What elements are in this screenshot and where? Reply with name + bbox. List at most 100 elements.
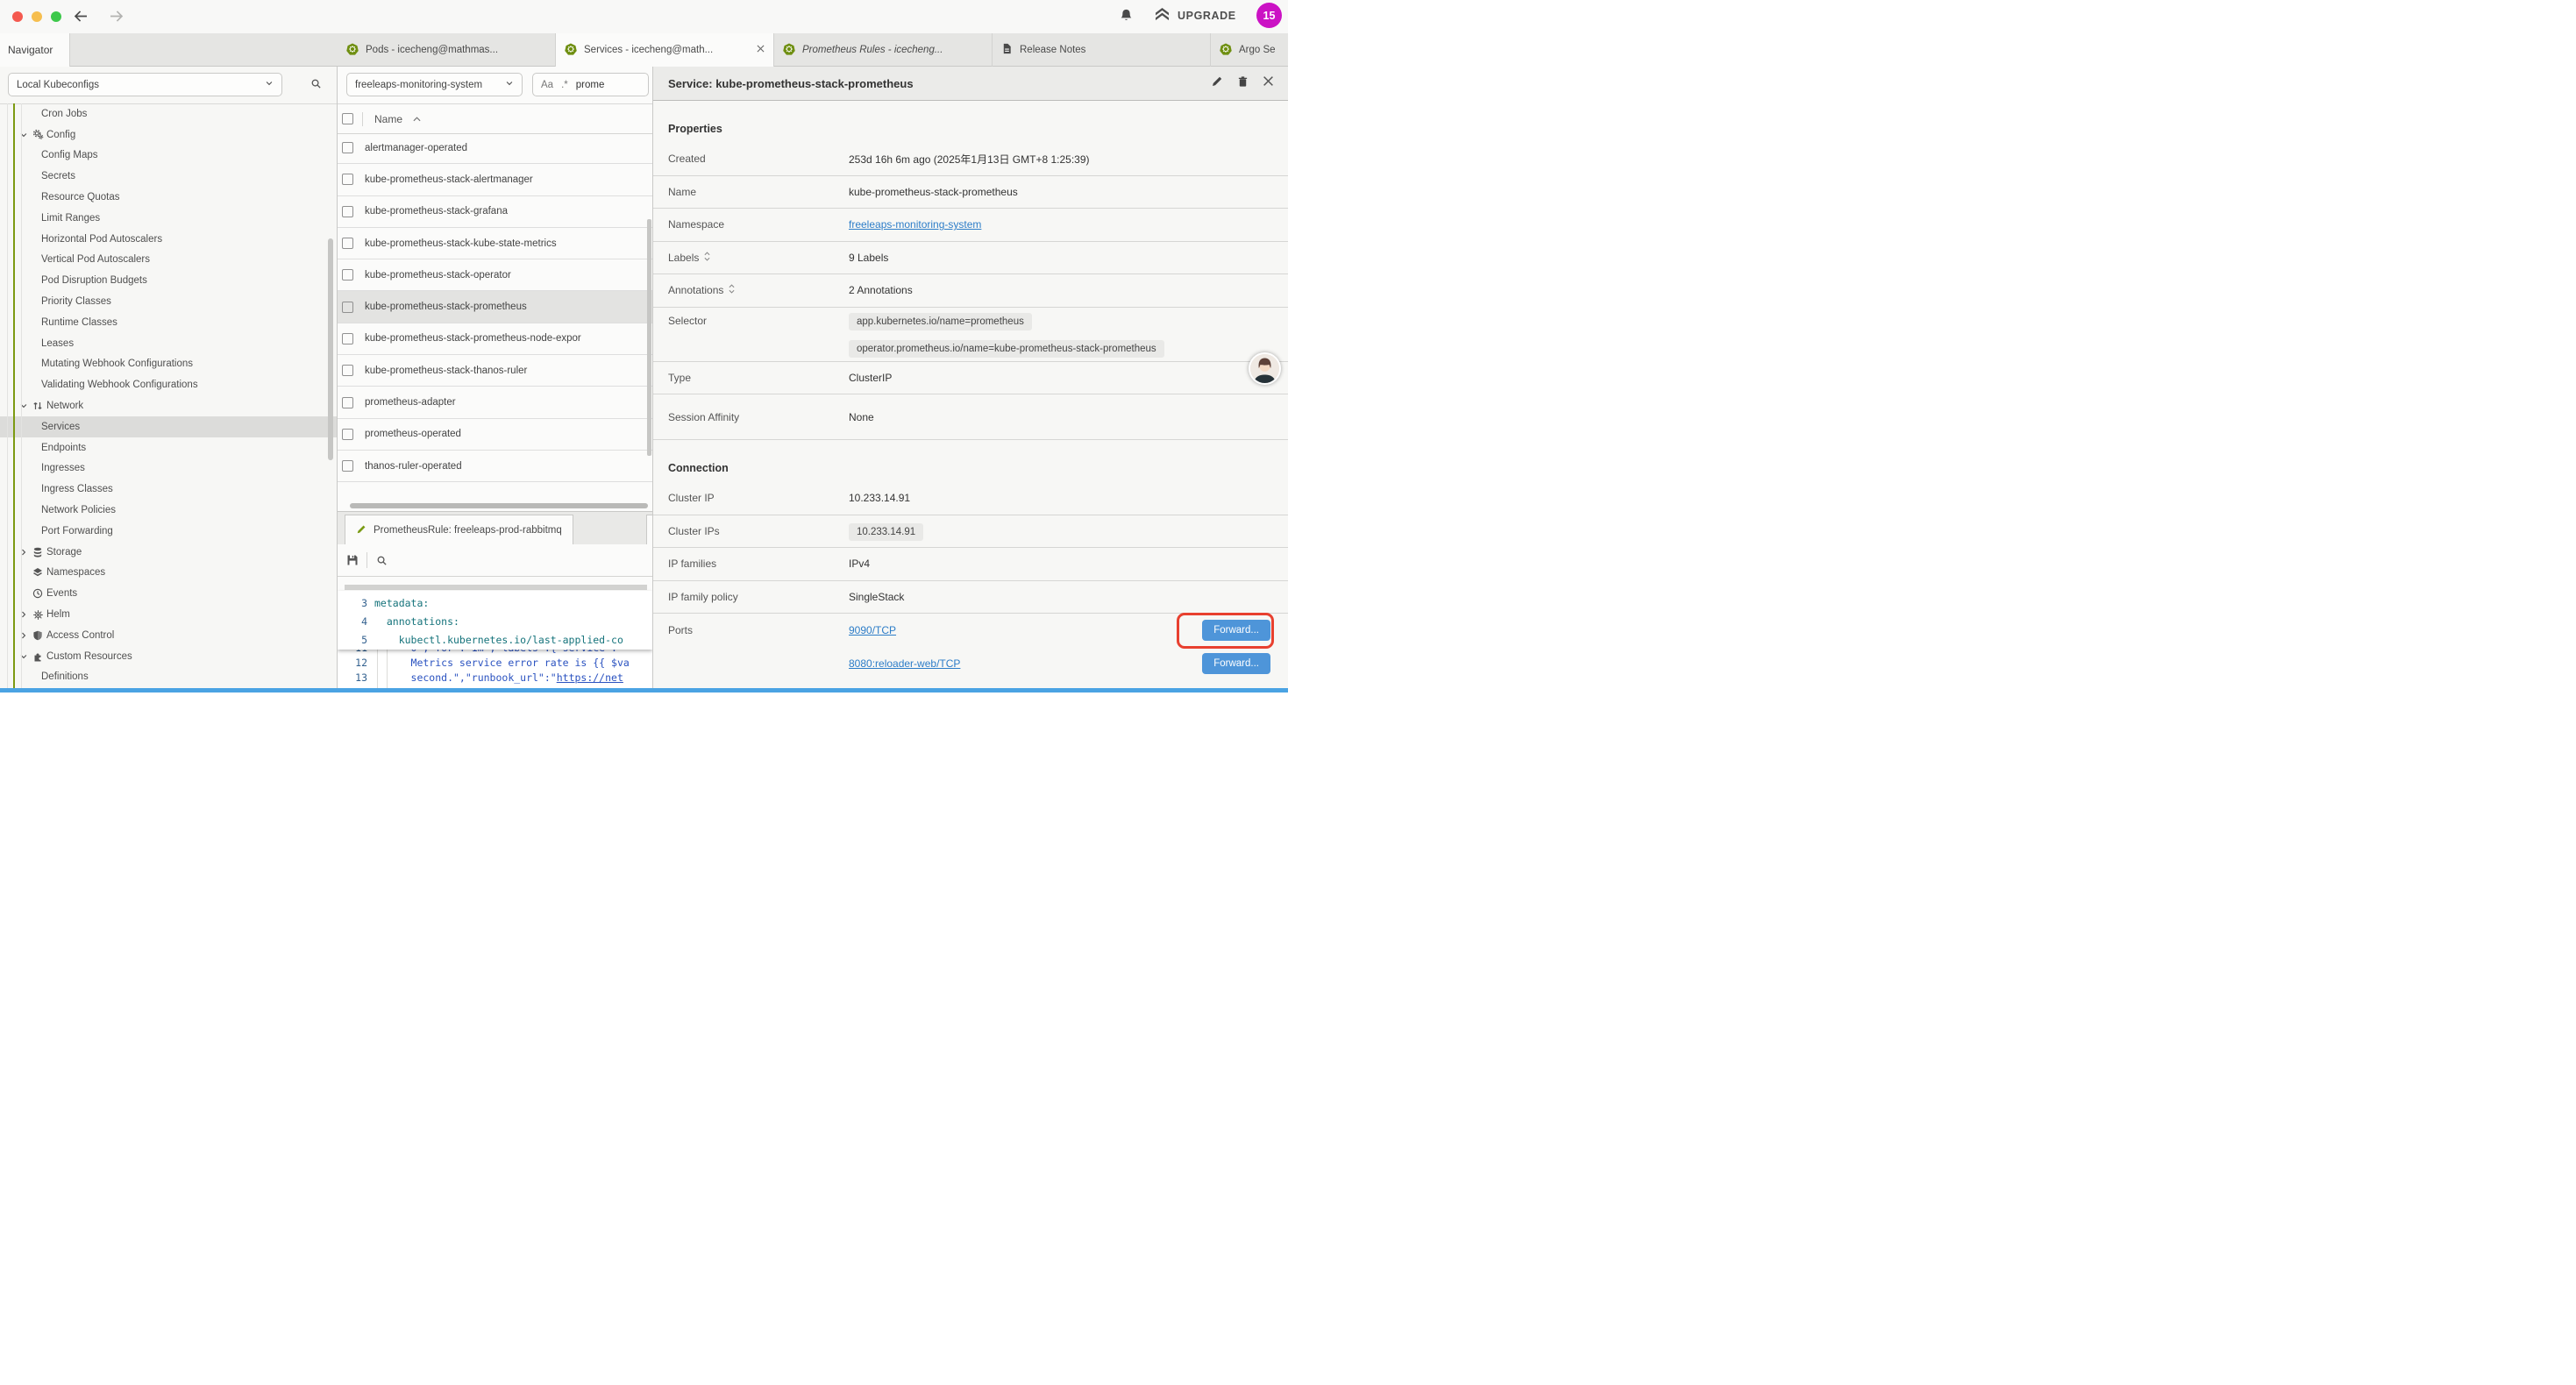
tree-item[interactable]: Vertical Pod Autoscalers — [0, 250, 337, 271]
chevron-down-icon — [265, 79, 274, 90]
tree-item[interactable]: Config — [0, 124, 337, 146]
navigator-tab[interactable]: Navigator — [0, 33, 70, 67]
service-row[interactable]: thanos-ruler-operated — [338, 451, 652, 482]
tree-item[interactable]: Namespaces — [0, 563, 337, 584]
forward-button[interactable]: Forward... — [1202, 620, 1270, 641]
row-checkbox[interactable] — [342, 429, 353, 440]
tree-item[interactable]: Services — [0, 416, 337, 437]
notifications-bell-icon[interactable] — [1119, 8, 1134, 27]
service-row[interactable]: prometheus-operated — [338, 419, 652, 451]
service-row[interactable]: kube-prometheus-stack-prometheus — [338, 291, 652, 323]
forward-button[interactable]: Forward... — [1202, 653, 1270, 674]
row-checkbox[interactable] — [342, 460, 353, 472]
edit-icon[interactable] — [1211, 75, 1223, 92]
tree-item[interactable]: Mutating Webhook Configurations — [0, 354, 337, 375]
tree-item[interactable]: Helm — [0, 604, 337, 625]
tree-item[interactable]: Network Policies — [0, 500, 337, 521]
sort-updown-icon[interactable] — [704, 252, 710, 264]
tree-item[interactable]: Events — [0, 583, 337, 604]
window-minimize-button[interactable] — [32, 11, 42, 22]
tree-item[interactable]: Access Control — [0, 625, 337, 646]
row-checkbox[interactable] — [342, 142, 353, 153]
list-search-input[interactable]: Aa .* prome — [532, 73, 649, 96]
service-row[interactable]: kube-prometheus-stack-thanos-ruler — [338, 355, 652, 387]
section-header: Properties — [668, 123, 722, 135]
tree-item[interactable]: Runtime Classes — [0, 312, 337, 333]
back-arrow-icon[interactable] — [74, 11, 89, 26]
kubeconfig-select[interactable]: Local Kubeconfigs — [8, 73, 282, 96]
tree-item[interactable]: Definitions — [0, 667, 337, 688]
sidebar-scrollbar[interactable] — [328, 238, 333, 460]
row-checkbox[interactable] — [342, 397, 353, 408]
sort-updown-icon[interactable] — [729, 284, 735, 296]
tree-item[interactable]: Cron Jobs — [0, 103, 337, 124]
detail-row: Annotations 2 Annotations — [653, 274, 1288, 308]
avatar-badge[interactable]: 15 — [1256, 3, 1282, 28]
select-all-checkbox[interactable] — [342, 113, 353, 124]
editor-tab-partial[interactable] — [646, 515, 653, 545]
tree-item[interactable]: Ingress Classes — [0, 479, 337, 500]
tree-item[interactable]: Endpoints — [0, 437, 337, 458]
app-tab[interactable]: Services - icecheng@math... — [556, 33, 774, 67]
tab-label: Pods - icecheng@mathmas... — [366, 45, 498, 55]
upgrade-button[interactable]: UPGRADE — [1154, 8, 1236, 24]
tab-close-icon[interactable] — [757, 45, 765, 55]
tree-item[interactable]: Resource Quotas — [0, 187, 337, 208]
tree-item[interactable]: Storage — [0, 542, 337, 563]
editor-tab[interactable]: PrometheusRule: freeleaps-prod-rabbitmq — [345, 515, 573, 545]
port-link[interactable]: 9090/TCP — [849, 624, 896, 636]
port-link[interactable]: 8080:reloader-web/TCP — [849, 657, 960, 670]
yaml-editor[interactable]: 11 0","for":"1m","labels":{"service":" 1… — [338, 591, 652, 692]
tree-item[interactable]: Limit Ranges — [0, 208, 337, 229]
window-close-button[interactable] — [12, 11, 23, 22]
delete-icon[interactable] — [1237, 75, 1249, 92]
app-tab[interactable]: Pods - icecheng@mathmas... — [338, 33, 556, 67]
service-row[interactable]: kube-prometheus-stack-prometheus-node-ex… — [338, 323, 652, 355]
tree-item[interactable]: Horizontal Pod Autoscalers — [0, 229, 337, 250]
app-tab[interactable]: Release Notes — [993, 33, 1211, 67]
tree-item[interactable]: Custom Resources — [0, 646, 337, 667]
tree-item[interactable]: Ingresses — [0, 458, 337, 479]
editor-search-icon[interactable] — [376, 555, 388, 566]
namespace-link[interactable]: freeleaps-monitoring-system — [849, 218, 981, 231]
save-icon[interactable] — [346, 554, 359, 566]
tree-item[interactable]: Secrets — [0, 166, 337, 187]
window-zoom-button[interactable] — [51, 11, 61, 22]
service-row[interactable]: kube-prometheus-stack-grafana — [338, 196, 652, 228]
tree-item[interactable]: Config Maps — [0, 146, 337, 167]
row-checkbox[interactable] — [342, 238, 353, 249]
row-checkbox[interactable] — [342, 174, 353, 185]
service-row[interactable]: alertmanager-operated — [338, 132, 652, 164]
list-horizontal-scrollbar[interactable] — [350, 503, 648, 508]
detail-row: Cluster IP 10.233.14.91 — [653, 482, 1288, 515]
match-case-toggle[interactable]: Aa — [541, 80, 553, 90]
sidebar-search-icon[interactable] — [310, 78, 322, 94]
tree-item[interactable]: Port Forwarding — [0, 521, 337, 542]
close-icon[interactable] — [1263, 75, 1274, 91]
name-column-header[interactable]: Name — [374, 113, 402, 125]
tree-item[interactable]: Leases — [0, 333, 337, 354]
service-row[interactable]: kube-prometheus-stack-kube-state-metrics — [338, 228, 652, 259]
row-checkbox[interactable] — [342, 206, 353, 217]
tree-item[interactable]: Validating Webhook Configurations — [0, 374, 337, 395]
app-tab[interactable]: Prometheus Rules - icecheng... — [774, 33, 993, 67]
sort-ascending-icon[interactable] — [413, 117, 421, 122]
app-tab[interactable]: Argo Se — [1211, 33, 1288, 67]
code-link[interactable]: https://net — [557, 671, 623, 684]
tree-item[interactable]: Network — [0, 395, 337, 416]
service-row[interactable]: prometheus-adapter — [338, 387, 652, 418]
service-row[interactable]: kube-prometheus-stack-operator — [338, 259, 652, 291]
row-checkbox[interactable] — [342, 269, 353, 281]
user-avatar[interactable] — [1249, 352, 1281, 385]
namespace-select[interactable]: freeleaps-monitoring-system — [346, 73, 523, 96]
row-checkbox[interactable] — [342, 365, 353, 376]
row-checkbox[interactable] — [342, 302, 353, 313]
tree-item[interactable]: Pod Disruption Budgets — [0, 270, 337, 291]
regex-toggle[interactable]: .* — [561, 80, 568, 90]
service-row[interactable]: kube-prometheus-stack-alertmanager — [338, 164, 652, 195]
row-checkbox[interactable] — [342, 333, 353, 344]
editor-scroll-strip[interactable] — [345, 585, 647, 590]
tree-item[interactable]: Priority Classes — [0, 291, 337, 312]
services-panel: freeleaps-monitoring-system Aa .* prome … — [338, 67, 653, 692]
list-vertical-scrollbar[interactable] — [647, 219, 651, 456]
